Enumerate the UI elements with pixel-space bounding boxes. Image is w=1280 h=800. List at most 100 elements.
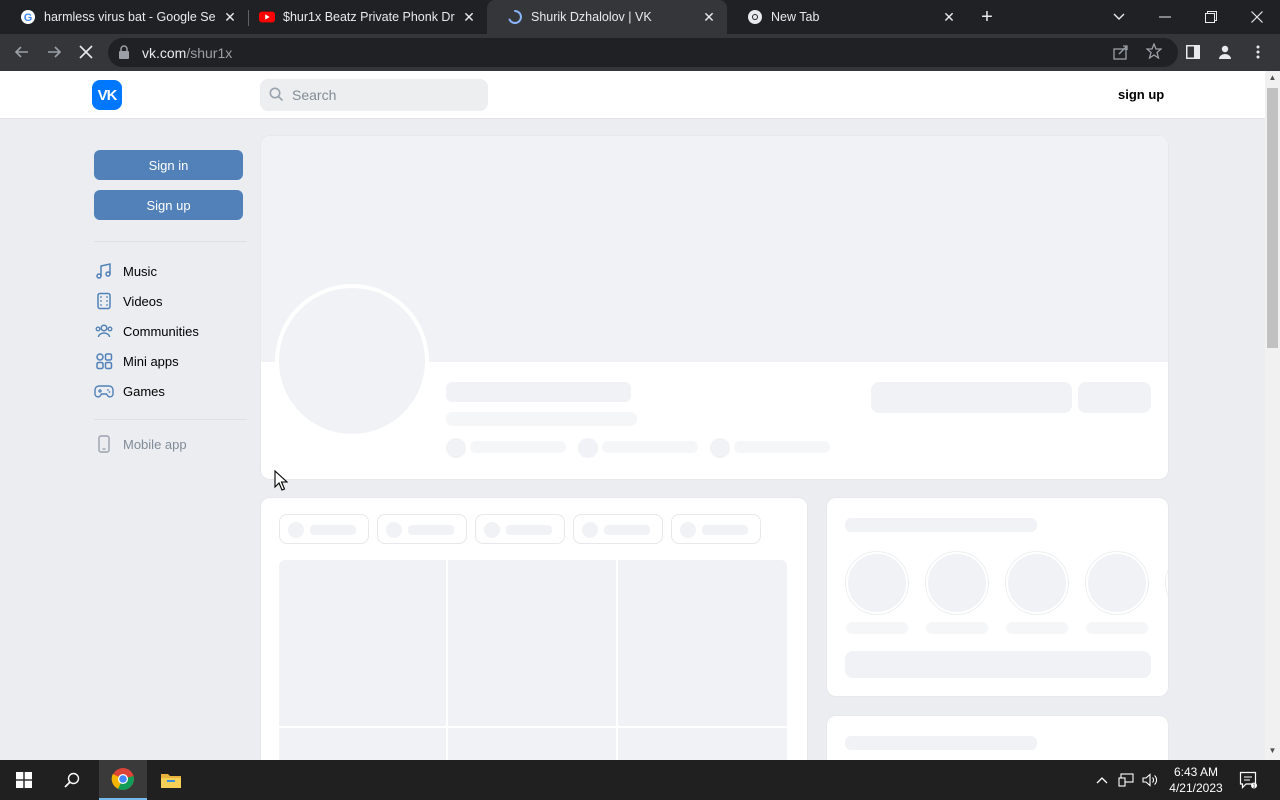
- menu-item-communities[interactable]: Communities: [94, 319, 199, 343]
- lock-icon[interactable]: [118, 45, 130, 64]
- clock-date: 4/21/2023: [1169, 781, 1223, 795]
- forward-arrow-icon[interactable]: [42, 40, 66, 64]
- video-film-icon: [94, 291, 114, 311]
- profile-icon[interactable]: [1213, 40, 1237, 64]
- tab-title: New Tab: [771, 10, 820, 24]
- photo-placeholder: [279, 728, 446, 760]
- tab-new-tab[interactable]: New Tab ✕: [727, 0, 967, 34]
- name-placeholder: [446, 382, 631, 402]
- mouse-cursor-icon: [274, 469, 289, 497]
- tab-chip-placeholder: [279, 514, 369, 544]
- info-dot-placeholder: [710, 438, 730, 458]
- mobile-phone-icon: [94, 434, 114, 454]
- scroll-down-arrow-icon[interactable]: ▼: [1268, 746, 1277, 755]
- clock-time: 6:43 AM: [1173, 765, 1219, 779]
- address-bar[interactable]: vk.com/shur1x: [108, 38, 1178, 67]
- action-button-placeholder: [1078, 382, 1151, 413]
- browser-toolbar: vk.com/shur1x: [0, 34, 1280, 71]
- communities-icon: [94, 321, 114, 341]
- header-signup-link[interactable]: sign up: [1118, 87, 1164, 102]
- vk-header: VK sign up: [0, 71, 1265, 119]
- vk-logo[interactable]: VK: [92, 80, 122, 110]
- menu-item-games[interactable]: Games: [94, 379, 165, 403]
- mini-apps-grid-icon: [94, 351, 114, 371]
- search-input[interactable]: [292, 79, 482, 111]
- section-title-placeholder: [845, 518, 1037, 532]
- info-placeholder: [734, 441, 830, 453]
- section-title-placeholder: [845, 736, 1037, 750]
- restore-icon[interactable]: [1188, 0, 1234, 34]
- sign-in-button[interactable]: Sign in: [94, 150, 243, 180]
- browser-tab-strip: G harmless virus bat - Google Search ✕ $…: [0, 0, 1280, 34]
- side-panel-icon[interactable]: [1181, 40, 1205, 64]
- windows-taskbar: 6:43 AM 4/21/2023 1: [0, 760, 1280, 800]
- secondary-skeleton-card: [826, 715, 1169, 760]
- url-path: /shur1x: [186, 45, 233, 61]
- tab-chip-placeholder: [671, 514, 761, 544]
- back-arrow-icon[interactable]: [10, 40, 34, 64]
- menu-item-mini-apps[interactable]: Mini apps: [94, 349, 179, 373]
- taskbar-file-explorer-icon[interactable]: [147, 760, 195, 800]
- friend-name-placeholder: [926, 622, 988, 634]
- tab-close-icon[interactable]: ✕: [701, 9, 717, 25]
- network-icon[interactable]: [1115, 760, 1137, 800]
- friend-name-placeholder: [1006, 622, 1068, 634]
- sign-up-button[interactable]: Sign up: [94, 190, 243, 220]
- photo-placeholder: [618, 560, 787, 726]
- kebab-menu-icon[interactable]: [1246, 40, 1270, 64]
- close-window-icon[interactable]: [1234, 0, 1280, 34]
- share-icon[interactable]: [1113, 44, 1129, 65]
- volume-icon[interactable]: [1139, 760, 1161, 800]
- bookmark-star-icon[interactable]: [1145, 42, 1163, 64]
- tab-close-icon[interactable]: ✕: [222, 9, 238, 25]
- minimize-icon[interactable]: [1142, 0, 1188, 34]
- loading-icon: [507, 9, 523, 25]
- menu-divider: [94, 241, 247, 242]
- stop-loading-icon[interactable]: [74, 40, 98, 64]
- show-hidden-icons-chevron-icon[interactable]: [1092, 760, 1112, 800]
- new-tab-plus-icon[interactable]: +: [977, 7, 997, 27]
- photo-placeholder: [448, 560, 616, 726]
- windows-start-icon[interactable]: [0, 760, 48, 800]
- scrollbar-thumb[interactable]: [1267, 88, 1278, 348]
- friend-avatar-placeholder: [1086, 552, 1148, 614]
- tab-chip-placeholder: [475, 514, 565, 544]
- menu-item-label: Communities: [123, 323, 199, 339]
- taskbar-search-icon[interactable]: [48, 760, 96, 800]
- show-all-placeholder: [845, 651, 1151, 678]
- menu-item-label: Games: [123, 383, 165, 399]
- tab-title: Shurik Dzhalolov | VK: [531, 10, 652, 24]
- tab-chip-placeholder: [377, 514, 467, 544]
- tab-close-icon[interactable]: ✕: [941, 9, 957, 25]
- gamepad-icon: [94, 381, 114, 401]
- taskbar-chrome-icon[interactable]: [99, 760, 147, 800]
- tab-google-search[interactable]: G harmless virus bat - Google Search ✕: [0, 0, 248, 34]
- url-domain: vk.com: [142, 45, 187, 61]
- vk-search-box[interactable]: [260, 79, 488, 111]
- tab-title: harmless virus bat - Google Search: [44, 10, 216, 24]
- tab-close-icon[interactable]: ✕: [461, 9, 477, 25]
- friend-avatar-placeholder: [1166, 552, 1168, 614]
- photo-placeholder: [279, 560, 446, 726]
- menu-item-label: Mini apps: [123, 353, 179, 369]
- status-placeholder: [446, 412, 637, 426]
- menu-item-mobile-app[interactable]: Mobile app: [94, 432, 187, 456]
- menu-item-label: Videos: [123, 293, 163, 309]
- friend-avatar-placeholder: [1006, 552, 1068, 614]
- svg-text:1: 1: [1253, 784, 1256, 790]
- taskbar-clock[interactable]: 6:43 AM 4/21/2023: [1160, 764, 1232, 796]
- tab-youtube[interactable]: $hur1x Beatz Private Phonk Drum Kit ✕: [249, 0, 487, 34]
- scroll-up-arrow-icon[interactable]: ▲: [1268, 73, 1277, 82]
- url-text: vk.com/shur1x: [142, 45, 232, 61]
- notifications-icon[interactable]: 1: [1232, 760, 1264, 800]
- menu-item-label: Music: [123, 263, 157, 279]
- tab-chip-placeholder: [573, 514, 663, 544]
- tab-vk-active[interactable]: Shurik Dzhalolov | VK ✕: [487, 0, 727, 34]
- menu-item-music[interactable]: Music: [94, 259, 157, 283]
- info-placeholder: [470, 441, 566, 453]
- friends-skeleton-card: [826, 497, 1169, 697]
- page-scrollbar[interactable]: ▲ ▼: [1265, 71, 1280, 760]
- action-button-placeholder: [871, 382, 1072, 413]
- tab-search-chevron-icon[interactable]: [1096, 0, 1142, 34]
- menu-item-videos[interactable]: Videos: [94, 289, 163, 313]
